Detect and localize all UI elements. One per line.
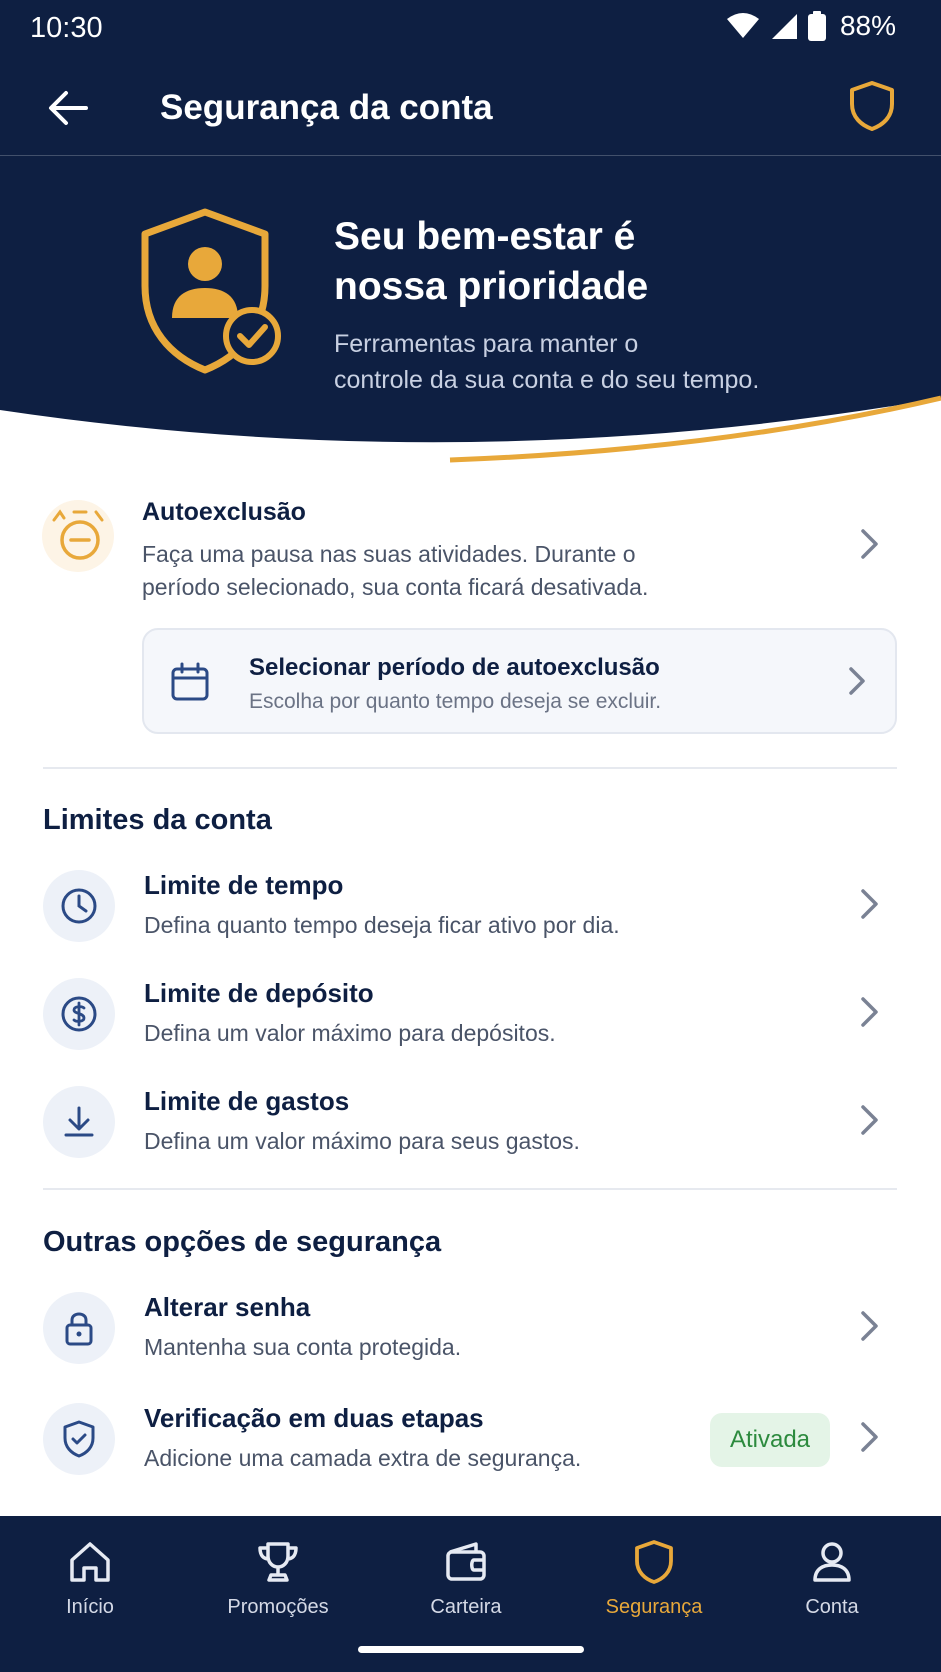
divider <box>43 1188 897 1190</box>
two-step-item[interactable]: Verificação em duas etapas Adicione uma … <box>0 1401 941 1491</box>
arrow-left-icon <box>49 91 88 125</box>
limit-deposit-item[interactable]: Limite de depósito Defina um valor máxim… <box>0 976 941 1066</box>
change-password-item[interactable]: Alterar senha Mantenha sua conta protegi… <box>0 1290 941 1380</box>
home-icon <box>70 1542 110 1582</box>
limits-section-title: Limites da conta <box>43 804 272 836</box>
chevron-right-icon <box>849 667 865 695</box>
status-badge: Ativada <box>710 1413 830 1467</box>
app-bar: Segurança da conta <box>0 58 941 156</box>
divider <box>43 767 897 769</box>
autoexclusao-desc: Faça uma pausa nas suas atividades. Dura… <box>142 541 649 600</box>
header: 10:30 88% Segurança da conta Seu bem-est… <box>0 0 941 470</box>
chevron-right-icon <box>861 1422 878 1452</box>
autoexclusao-row[interactable]: Autoexclusão Faça uma pausa nas suas ati… <box>0 490 941 600</box>
shield-icon <box>635 1540 673 1584</box>
chevron-right-icon <box>861 529 878 559</box>
chevron-right-icon <box>861 889 878 919</box>
download-icon <box>64 1106 94 1137</box>
select-period-card[interactable]: Selecionar período de autoexclusão Escol… <box>142 628 897 734</box>
autoexclusao-title: Autoexclusão <box>142 498 306 526</box>
status-time: 10:30 <box>30 12 103 44</box>
limit-spending-desc: Defina um valor máximo para seus gastos. <box>144 1128 580 1154</box>
nav-label: Carteira <box>430 1596 502 1618</box>
status-bar: 10:30 88% <box>0 0 941 58</box>
limit-spending-title: Limite de gastos <box>144 1086 350 1116</box>
dollar-icon <box>61 996 97 1032</box>
header-wave <box>0 395 941 470</box>
user-icon <box>813 1542 851 1582</box>
change-password-title: Alterar senha <box>144 1292 311 1322</box>
nav-label: Promoções <box>227 1596 329 1618</box>
two-step-desc: Adicione uma camada extra de segurança. <box>144 1445 582 1471</box>
chevron-right-icon <box>861 1105 878 1135</box>
nav-item-promocoes[interactable]: Promoções <box>203 1538 353 1638</box>
wallet-icon <box>446 1542 486 1581</box>
shield-check-icon-wrap <box>43 1403 115 1475</box>
home-indicator[interactable] <box>358 1646 584 1653</box>
back-button[interactable] <box>44 84 92 132</box>
limit-deposit-desc: Defina um valor máximo para depósitos. <box>144 1020 556 1046</box>
trophy-icon <box>258 1542 298 1582</box>
clock-icon-wrap <box>43 870 115 942</box>
change-password-desc: Mantenha sua conta protegida. <box>144 1334 462 1360</box>
select-period-title: Selecionar período de autoexclusão <box>249 654 660 681</box>
nav-label: Segurança <box>605 1596 703 1618</box>
timer-pause-icon <box>52 509 104 560</box>
signal-icon <box>771 14 797 39</box>
two-step-title: Verificação em duas etapas <box>144 1403 484 1433</box>
select-period-desc: Escolha por quanto tempo deseja se exclu… <box>249 690 662 713</box>
lock-icon-wrap <box>43 1292 115 1364</box>
nav-item-conta[interactable]: Conta <box>757 1538 907 1638</box>
chevron-right-icon <box>861 997 878 1027</box>
nav-item-carteira[interactable]: Carteira <box>391 1538 541 1638</box>
limit-spending-item[interactable]: Limite de gastos Defina um valor máximo … <box>0 1084 941 1174</box>
shield-icon[interactable] <box>848 80 896 132</box>
chevron-right-icon <box>861 1311 878 1341</box>
nav-item-seguranca[interactable]: Segurança <box>579 1538 729 1638</box>
battery-percent: 88% <box>839 10 896 41</box>
autoexclusao-icon <box>42 500 114 572</box>
page-title: Segurança da conta <box>160 88 493 127</box>
nav-label: Conta <box>805 1596 859 1618</box>
clock-icon <box>61 888 97 924</box>
hero-title: Seu bem-estar é nossa prioridade <box>334 215 649 308</box>
calendar-icon <box>171 662 209 701</box>
status-icons: 88% <box>726 10 896 42</box>
nav-label: Início <box>66 1596 114 1618</box>
wifi-icon <box>726 13 759 38</box>
limit-time-title: Limite de tempo <box>144 870 344 900</box>
limit-deposit-title: Limite de depósito <box>144 978 374 1008</box>
download-icon-wrap <box>43 1086 115 1158</box>
shield-user-check-icon <box>141 208 281 374</box>
limit-time-desc: Defina quanto tempo deseja ficar ativo p… <box>144 912 620 938</box>
lock-icon <box>65 1312 93 1346</box>
shield-check-icon <box>63 1420 95 1458</box>
nav-item-inicio[interactable]: Início <box>15 1538 165 1638</box>
dollar-icon-wrap <box>43 978 115 1050</box>
battery-icon <box>807 11 826 41</box>
limit-time-item[interactable]: Limite de tempo Defina quanto tempo dese… <box>0 868 941 958</box>
security-section-title: Outras opções de segurança <box>43 1226 442 1258</box>
